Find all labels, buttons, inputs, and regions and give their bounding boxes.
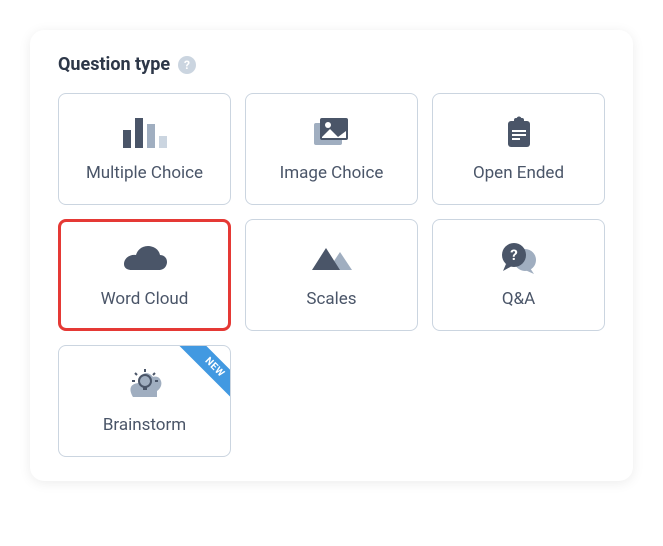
option-open-ended[interactable]: Open Ended xyxy=(432,93,605,205)
clipboard-icon xyxy=(502,115,536,151)
option-label: Brainstorm xyxy=(103,415,186,435)
svg-text:?: ? xyxy=(510,246,517,264)
option-multiple-choice[interactable]: Multiple Choice xyxy=(58,93,231,205)
new-badge: NEW xyxy=(177,345,231,405)
panel-header: Question type ? xyxy=(58,54,605,75)
question-type-panel: Question type ? Multiple Choice Image Ch… xyxy=(30,30,633,481)
option-qa[interactable]: ? Q&A xyxy=(432,219,605,331)
option-label: Open Ended xyxy=(473,163,564,183)
option-label: Image Choice xyxy=(280,163,384,183)
option-label: Word Cloud xyxy=(101,289,189,309)
option-image-choice[interactable]: Image Choice xyxy=(245,93,418,205)
option-brainstorm[interactable]: NEW Brainstorm xyxy=(58,345,231,457)
cloud-icon xyxy=(121,241,169,277)
option-word-cloud[interactable]: Word Cloud xyxy=(58,219,231,331)
bar-chart-icon xyxy=(123,115,167,151)
mountain-icon xyxy=(310,241,354,277)
option-label: Multiple Choice xyxy=(86,163,203,183)
option-scales[interactable]: Scales xyxy=(245,219,418,331)
option-label: Scales xyxy=(306,289,356,309)
option-label: Q&A xyxy=(502,289,535,309)
question-bubble-icon: ? xyxy=(498,241,540,277)
image-stack-icon xyxy=(312,115,352,151)
question-type-grid: Multiple Choice Image Choice xyxy=(58,93,605,457)
help-icon[interactable]: ? xyxy=(178,56,196,74)
lightbulb-icon xyxy=(125,367,165,403)
panel-title: Question type xyxy=(58,54,170,75)
